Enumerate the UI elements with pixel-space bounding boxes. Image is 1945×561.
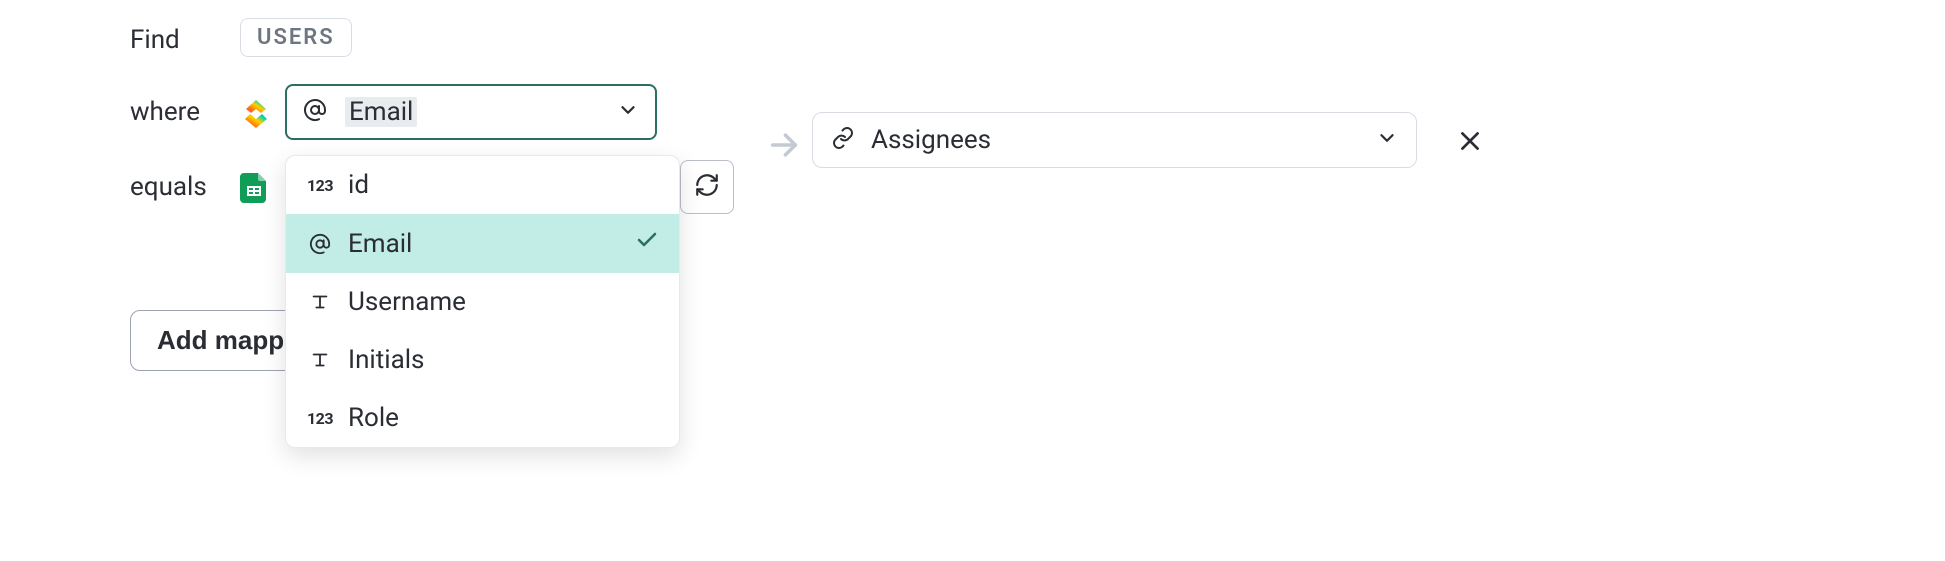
arrow-right-icon (767, 128, 801, 166)
equals-label: equals (130, 172, 207, 202)
dropdown-option-label: Username (348, 287, 466, 317)
where-field-dropdown: 123 id Email Username (285, 155, 680, 448)
number-icon: 123 (306, 176, 334, 195)
dropdown-option-label: Email (348, 229, 412, 259)
clickup-icon (240, 98, 272, 130)
target-field-select[interactable]: Assignees (812, 112, 1417, 168)
dropdown-option-id[interactable]: 123 id (286, 156, 679, 214)
chevron-down-icon (1376, 127, 1398, 153)
refresh-icon (694, 172, 720, 202)
check-icon (635, 228, 659, 259)
number-icon: 123 (306, 409, 334, 428)
target-field-value: Assignees (871, 125, 991, 155)
chevron-down-icon (617, 99, 639, 125)
at-icon (306, 233, 334, 255)
find-label: Find (130, 25, 180, 55)
users-tag: USERS (240, 18, 352, 57)
dropdown-option-label: Role (348, 403, 399, 433)
where-field-value: Email (345, 97, 417, 127)
remove-mapping-button[interactable] (1457, 128, 1483, 158)
dropdown-option-username[interactable]: Username (286, 273, 679, 331)
dropdown-option-email[interactable]: Email (286, 214, 679, 273)
dropdown-option-role[interactable]: 123 Role (286, 389, 679, 447)
where-label: where (130, 97, 200, 127)
link-icon (831, 126, 855, 154)
google-sheets-icon (240, 173, 268, 203)
text-icon (306, 291, 334, 313)
refresh-button[interactable] (680, 160, 734, 214)
dropdown-option-label: Initials (348, 345, 424, 375)
dropdown-option-initials[interactable]: Initials (286, 331, 679, 389)
where-field-select[interactable]: Email (285, 84, 657, 140)
at-icon (303, 98, 327, 126)
text-icon (306, 349, 334, 371)
dropdown-option-label: id (348, 170, 369, 200)
